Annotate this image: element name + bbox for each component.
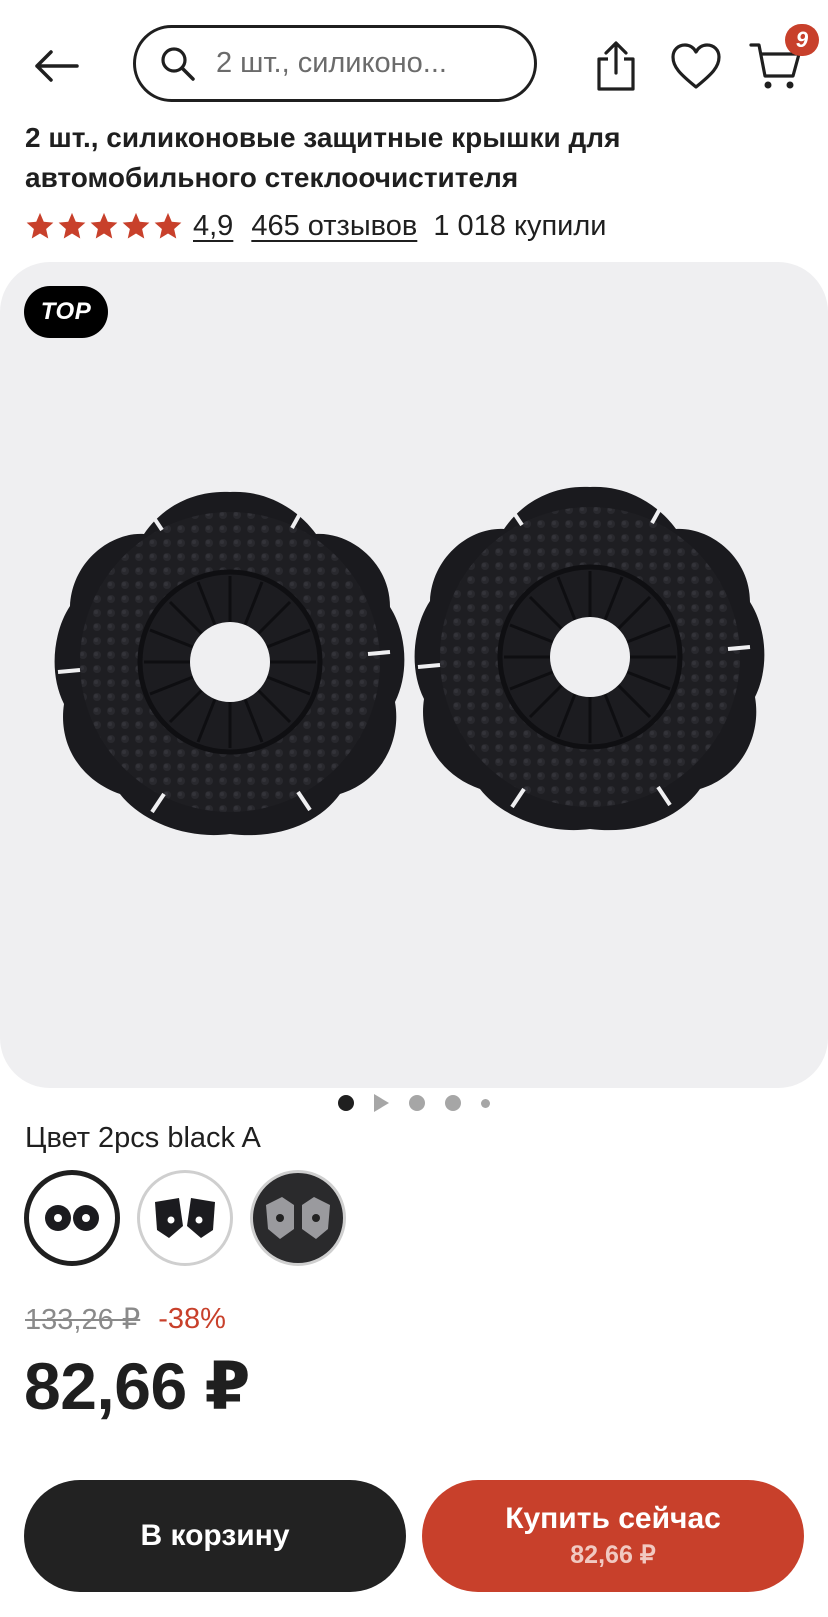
product-title: 2 шт., силиконовые защитные крышки для а… — [25, 122, 621, 193]
star-icon — [26, 212, 54, 239]
rating-value[interactable]: 4,9 — [193, 210, 233, 243]
current-price: 82,66 ₽ — [24, 1349, 250, 1423]
color-option-black-b[interactable] — [137, 1170, 233, 1266]
pagination-dot[interactable] — [445, 1095, 461, 1111]
product-gallery[interactable]: TOP — [0, 262, 828, 1088]
star-icon — [58, 212, 86, 239]
arrow-left-icon — [35, 50, 79, 82]
pagination-dot[interactable] — [481, 1098, 490, 1108]
share-button[interactable] — [586, 36, 646, 96]
rating-row: 4,9 465 отзывов 1 018 купили — [25, 204, 606, 248]
share-icon — [597, 41, 635, 91]
star-icon — [122, 212, 150, 239]
buy-now-button[interactable]: Купить сейчас 82,66 ₽ — [422, 1480, 804, 1592]
pagination-dot[interactable] — [409, 1095, 425, 1111]
gallery-pagination — [0, 1094, 828, 1112]
search-bar[interactable] — [133, 25, 537, 102]
pagination-dot[interactable] — [338, 1095, 354, 1111]
product-image — [50, 477, 780, 847]
back-button[interactable] — [28, 38, 84, 94]
color-option-gray[interactable] — [250, 1170, 346, 1266]
old-price: 133,26 ₽ — [25, 1304, 141, 1336]
color-swatches — [24, 1170, 346, 1266]
buy-now-price: 82,66 ₽ — [570, 1541, 656, 1569]
favorite-button[interactable] — [666, 36, 726, 96]
reviews-link[interactable]: 465 отзывов — [251, 210, 417, 243]
buy-now-label: Купить сейчас — [505, 1502, 721, 1535]
color-label: Цвет 2pcs black A — [25, 1122, 261, 1154]
discount-badge: -38% — [158, 1303, 226, 1335]
top-badge: TOP — [24, 286, 108, 338]
star-icon — [154, 212, 182, 239]
cart-count-badge: 9 — [785, 24, 819, 56]
search-icon — [158, 44, 198, 84]
video-play-icon[interactable] — [374, 1094, 389, 1112]
search-input[interactable] — [214, 46, 518, 81]
top-bar: 9 — [0, 0, 828, 118]
old-price-row: 133,26 ₽ -38% — [25, 1302, 226, 1337]
color-option-black-a[interactable] — [24, 1170, 120, 1266]
star-icon — [90, 212, 118, 239]
heart-icon — [671, 43, 721, 89]
rating-stars — [25, 211, 183, 241]
bought-count: 1 018 купили — [433, 209, 607, 242]
add-to-cart-button[interactable]: В корзину — [24, 1480, 406, 1592]
